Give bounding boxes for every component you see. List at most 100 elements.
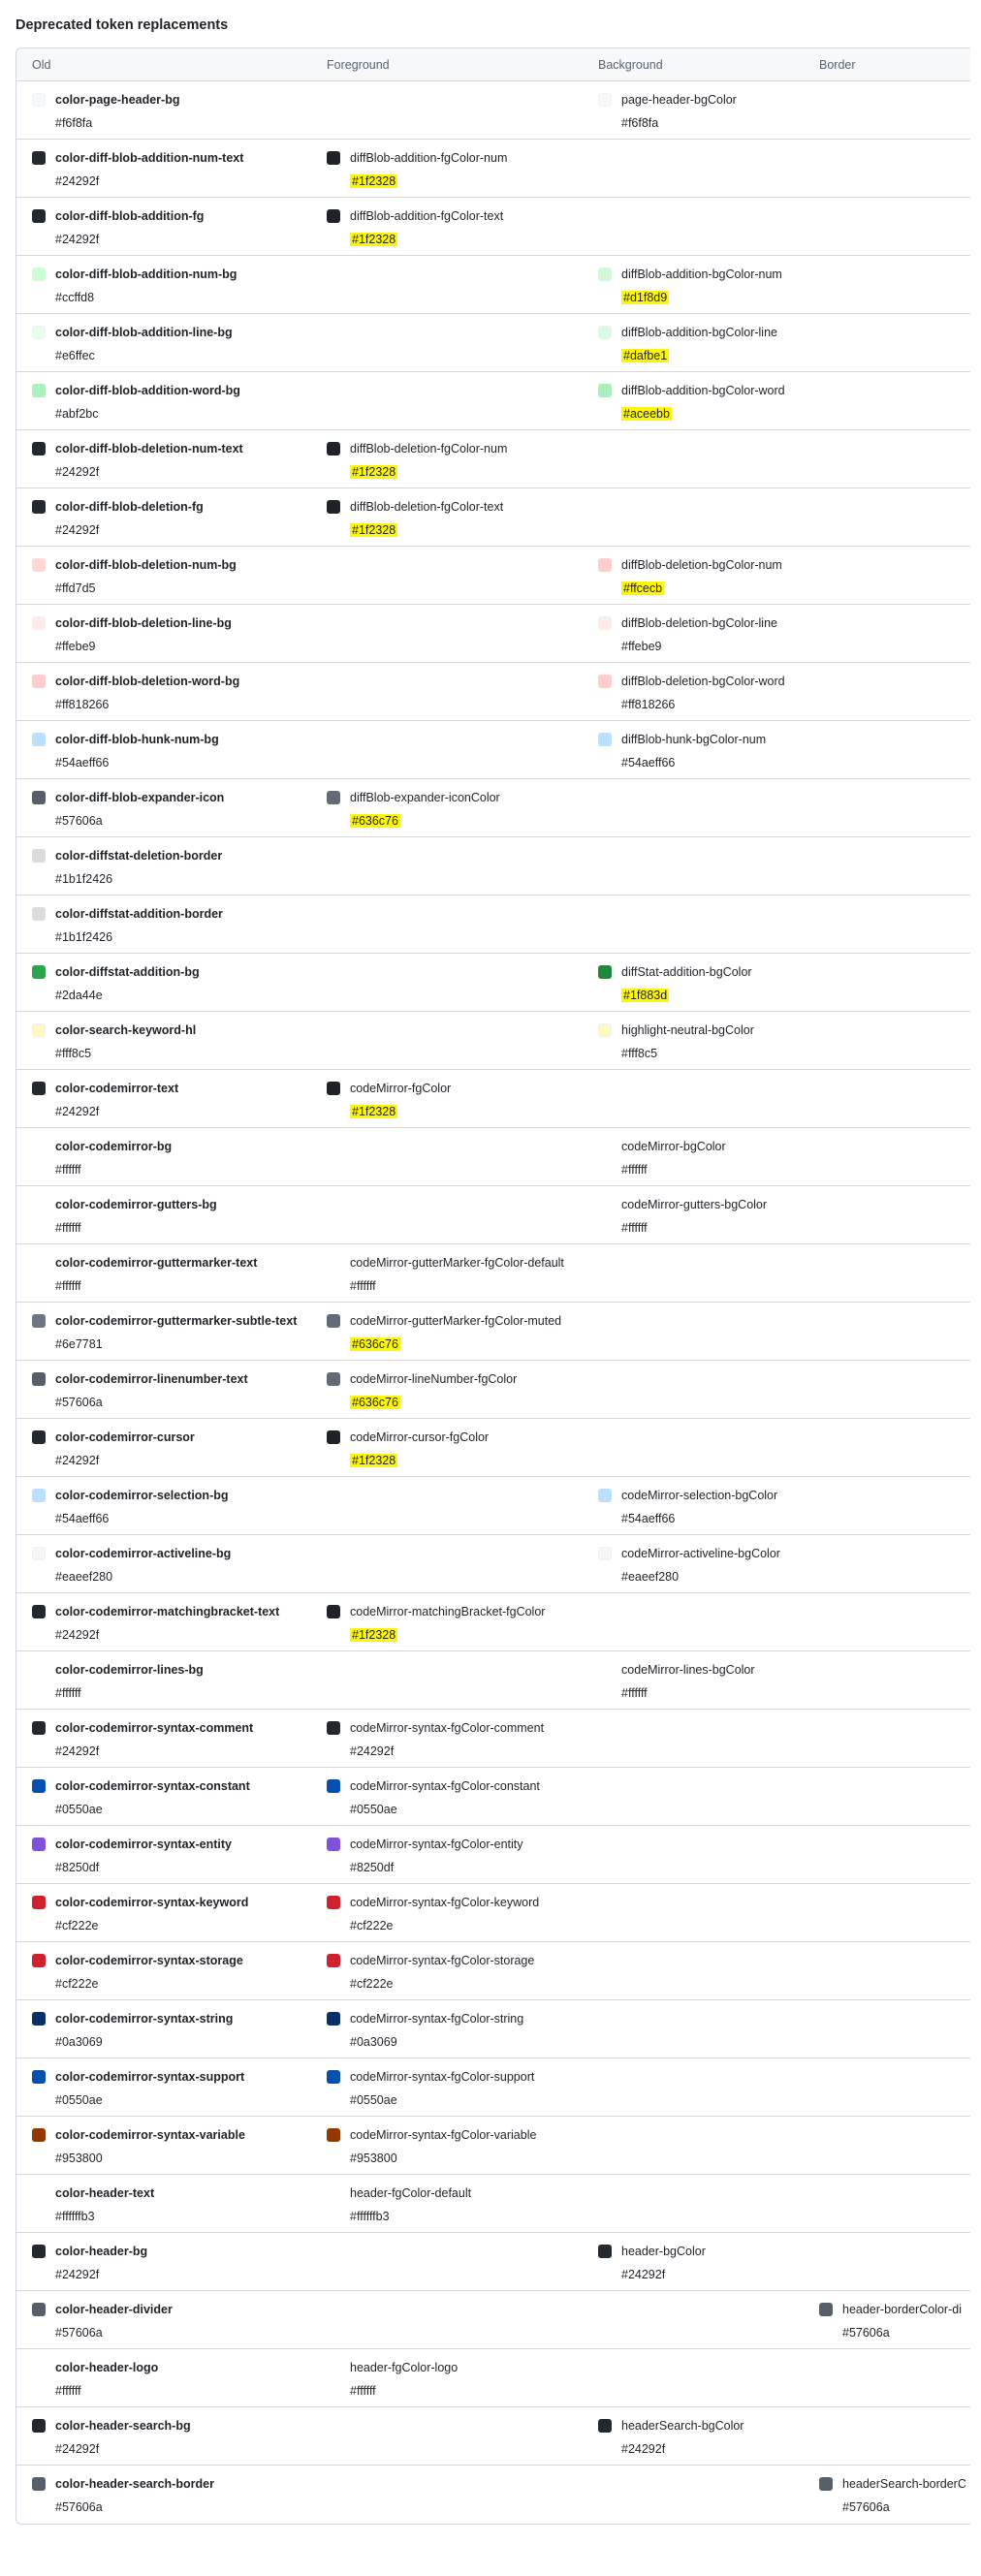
foreground-token-cell: codeMirror-syntax-fgColor-string #0a3069	[311, 2000, 583, 2058]
old-token-name: color-header-bg	[55, 2245, 148, 2258]
old-token-value: #24292f	[55, 1628, 100, 1642]
color-swatch	[327, 1082, 340, 1095]
old-token-value: #ffffff	[55, 2384, 81, 2398]
background-token-cell: codeMirror-bgColor #ffffff	[583, 1128, 804, 1185]
background-token-cell	[583, 2117, 804, 2174]
color-swatch	[32, 1954, 46, 1967]
border-token-cell	[804, 488, 970, 546]
old-token-value: #24292f	[55, 2268, 100, 2281]
foreground-token-cell	[311, 2466, 583, 2524]
border-token-cell	[804, 2058, 970, 2116]
background-token-cell: diffBlob-deletion-bgColor-num #ffcecb	[583, 547, 804, 604]
color-swatch	[327, 209, 340, 223]
foreground-token-name: diffBlob-addition-fgColor-text	[350, 209, 504, 223]
background-token-name: diffBlob-hunk-bgColor-num	[621, 733, 767, 746]
color-swatch	[32, 849, 46, 863]
color-swatch	[327, 1605, 340, 1618]
foreground-token-value: #1f2328	[350, 174, 398, 188]
color-swatch	[32, 616, 46, 630]
foreground-token-value: #636c76	[350, 814, 400, 828]
border-token-cell	[804, 1593, 970, 1650]
border-token-cell	[804, 1768, 970, 1825]
old-token-cell: color-header-logo #ffffff	[16, 2349, 311, 2406]
old-token-value: #cf222e	[55, 1919, 99, 1932]
table-row: color-diff-blob-deletion-word-bg #ff81826…	[16, 663, 970, 721]
background-token-cell	[583, 2058, 804, 2116]
table-row: color-codemirror-syntax-storage #cf222e co…	[16, 1942, 970, 2000]
border-token-cell	[804, 314, 970, 371]
table-header: Old Foreground Background Border	[16, 48, 970, 81]
background-token-cell	[583, 779, 804, 836]
old-token-value: #ffffff	[55, 1221, 81, 1235]
color-swatch	[32, 1547, 46, 1560]
table-row: color-diff-blob-deletion-line-bg #ffebe9 d…	[16, 605, 970, 663]
old-token-name: color-codemirror-guttermarker-text	[55, 1256, 258, 1270]
background-token-value: #ffebe9	[621, 640, 662, 653]
color-swatch	[598, 558, 612, 572]
foreground-token-value: #1f2328	[350, 1628, 398, 1642]
old-token-cell: color-codemirror-lines-bg #ffffff	[16, 1651, 311, 1709]
old-token-cell: color-diffstat-addition-bg #2da44e	[16, 954, 311, 1011]
table-row: color-diff-blob-hunk-num-bg #54aeff66 diff…	[16, 721, 970, 779]
old-token-value: #57606a	[55, 2326, 103, 2340]
background-token-cell: codeMirror-gutters-bgColor #ffffff	[583, 1186, 804, 1243]
foreground-token-name: codeMirror-gutterMarker-fgColor-muted	[350, 1314, 562, 1328]
background-token-value: #ffffff	[621, 1686, 648, 1700]
table-row: color-diff-blob-deletion-fg #24292f diffBl…	[16, 488, 970, 547]
old-token-cell: color-header-text #ffffffb3	[16, 2175, 311, 2232]
color-swatch	[819, 2477, 833, 2491]
color-swatch	[32, 965, 46, 979]
background-token-name: headerSearch-bgColor	[621, 2419, 744, 2433]
old-token-name: color-codemirror-bg	[55, 1140, 173, 1153]
border-token-cell	[804, 372, 970, 429]
background-token-cell: diffBlob-addition-bgColor-num #d1f8d9	[583, 256, 804, 313]
color-swatch	[32, 326, 46, 339]
color-swatch	[327, 791, 340, 804]
color-swatch	[32, 1082, 46, 1095]
color-swatch	[598, 2245, 612, 2258]
border-token-cell	[804, 1419, 970, 1476]
color-swatch	[327, 1372, 340, 1386]
color-swatch	[327, 1896, 340, 1909]
color-swatch	[32, 384, 46, 397]
foreground-token-name: codeMirror-lineNumber-fgColor	[350, 1372, 518, 1386]
foreground-token-cell: codeMirror-fgColor #1f2328	[311, 1070, 583, 1127]
old-token-cell: color-codemirror-activeline-bg #eaeef280	[16, 1535, 311, 1592]
old-token-value: #1b1f2426	[55, 930, 113, 944]
color-swatch	[327, 1838, 340, 1851]
color-swatch	[32, 151, 46, 165]
foreground-token-name: codeMirror-matchingBracket-fgColor	[350, 1605, 546, 1618]
border-token-cell	[804, 547, 970, 604]
old-token-value: #0550ae	[55, 1803, 103, 1816]
old-token-name: color-codemirror-syntax-string	[55, 2012, 234, 2026]
background-token-cell	[583, 837, 804, 895]
color-swatch	[327, 2070, 340, 2084]
border-token-cell	[804, 779, 970, 836]
color-swatch	[32, 267, 46, 281]
foreground-token-name: header-fgColor-logo	[350, 2361, 459, 2374]
old-token-value: #57606a	[55, 814, 103, 828]
border-token-cell	[804, 1710, 970, 1767]
old-token-cell: color-search-keyword-hl #fff8c5	[16, 1012, 311, 1069]
foreground-token-name: codeMirror-syntax-fgColor-storage	[350, 1954, 535, 1967]
foreground-token-cell	[311, 2291, 583, 2348]
old-token-cell: color-codemirror-cursor #24292f	[16, 1419, 311, 1476]
foreground-token-value: #0550ae	[350, 2093, 397, 2107]
old-token-name: color-codemirror-syntax-constant	[55, 1779, 250, 1793]
old-token-value: #ffffff	[55, 1279, 81, 1293]
old-token-value: #24292f	[55, 465, 100, 479]
border-token-cell	[804, 2407, 970, 2465]
background-token-cell	[583, 2291, 804, 2348]
color-swatch	[32, 2012, 46, 2026]
old-token-name: color-codemirror-syntax-entity	[55, 1838, 232, 1851]
color-swatch	[598, 1547, 612, 1560]
foreground-token-value: #636c76	[350, 1396, 400, 1409]
old-token-value: #24292f	[55, 523, 100, 537]
old-token-value: #0550ae	[55, 2093, 103, 2107]
old-token-cell: color-diff-blob-addition-fg #24292f	[16, 198, 311, 255]
old-token-name: color-codemirror-matchingbracket-text	[55, 1605, 280, 1618]
foreground-token-name: diffBlob-expander-iconColor	[350, 791, 500, 804]
old-token-name: color-diff-blob-addition-fg	[55, 209, 205, 223]
foreground-token-cell: codeMirror-gutterMarker-fgColor-muted #63…	[311, 1303, 583, 1360]
border-token-cell	[804, 1535, 970, 1592]
